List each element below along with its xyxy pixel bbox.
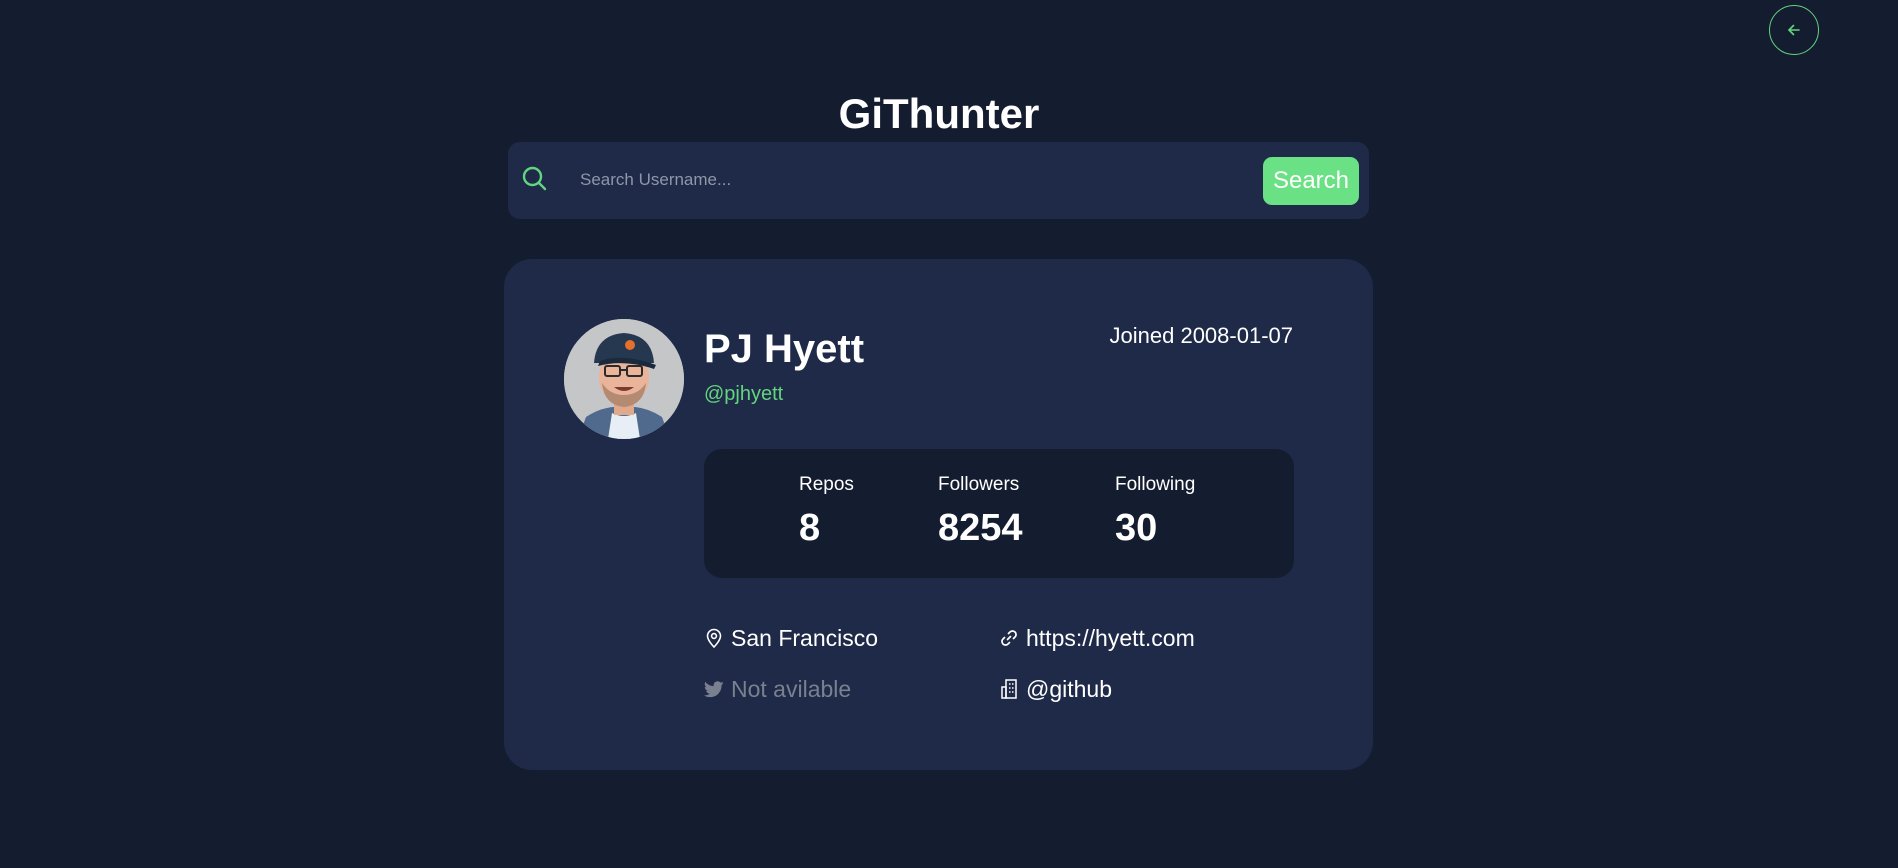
stat-followers-value: 8254 xyxy=(938,507,1023,549)
stat-repos-label: Repos xyxy=(799,474,854,495)
arrow-left-icon xyxy=(1788,24,1800,36)
search-icon xyxy=(520,164,550,194)
map-pin-icon xyxy=(704,628,724,648)
stat-repos-value: 8 xyxy=(799,507,821,549)
info-blog[interactable]: https://hyett.com xyxy=(999,624,1195,652)
search-button[interactable]: Search xyxy=(1263,157,1359,205)
twitter-icon xyxy=(704,679,724,699)
info-company: @github xyxy=(999,675,1112,703)
info-location-text: San Francisco xyxy=(731,625,879,651)
stat-followers-label: Followers xyxy=(938,474,1020,495)
app-title: GiThunter xyxy=(838,90,1040,137)
avatar xyxy=(564,319,684,439)
search-bar: Search xyxy=(508,142,1369,219)
user-name: PJ Hyett xyxy=(704,327,865,371)
joined-date: Joined 2008-01-07 xyxy=(1109,323,1293,348)
info-location: San Francisco xyxy=(704,624,878,652)
stat-repos: Repos 8 xyxy=(799,474,854,550)
stat-following-label: Following xyxy=(1115,474,1196,495)
building-icon xyxy=(999,679,1019,699)
info-blog-link[interactable]: https://hyett.com xyxy=(1026,624,1195,652)
info-company-text: @github xyxy=(1026,676,1113,702)
back-button[interactable] xyxy=(1769,5,1819,55)
search-input[interactable] xyxy=(578,160,1138,200)
profile-card: PJ Hyett @pjhyett Joined 2008-01-07 Repo… xyxy=(504,259,1373,770)
stat-following-value: 30 xyxy=(1115,507,1158,549)
stats-panel: Repos 8 Followers 8254 Following 30 xyxy=(704,449,1294,578)
stat-followers: Followers 8254 xyxy=(938,474,1023,550)
info-twitter-text: Not avilable xyxy=(731,676,852,702)
link-icon xyxy=(999,628,1019,648)
info-twitter: Not avilable xyxy=(704,675,851,703)
user-login[interactable]: @pjhyett xyxy=(704,382,783,406)
stat-following: Following 30 xyxy=(1115,474,1195,550)
